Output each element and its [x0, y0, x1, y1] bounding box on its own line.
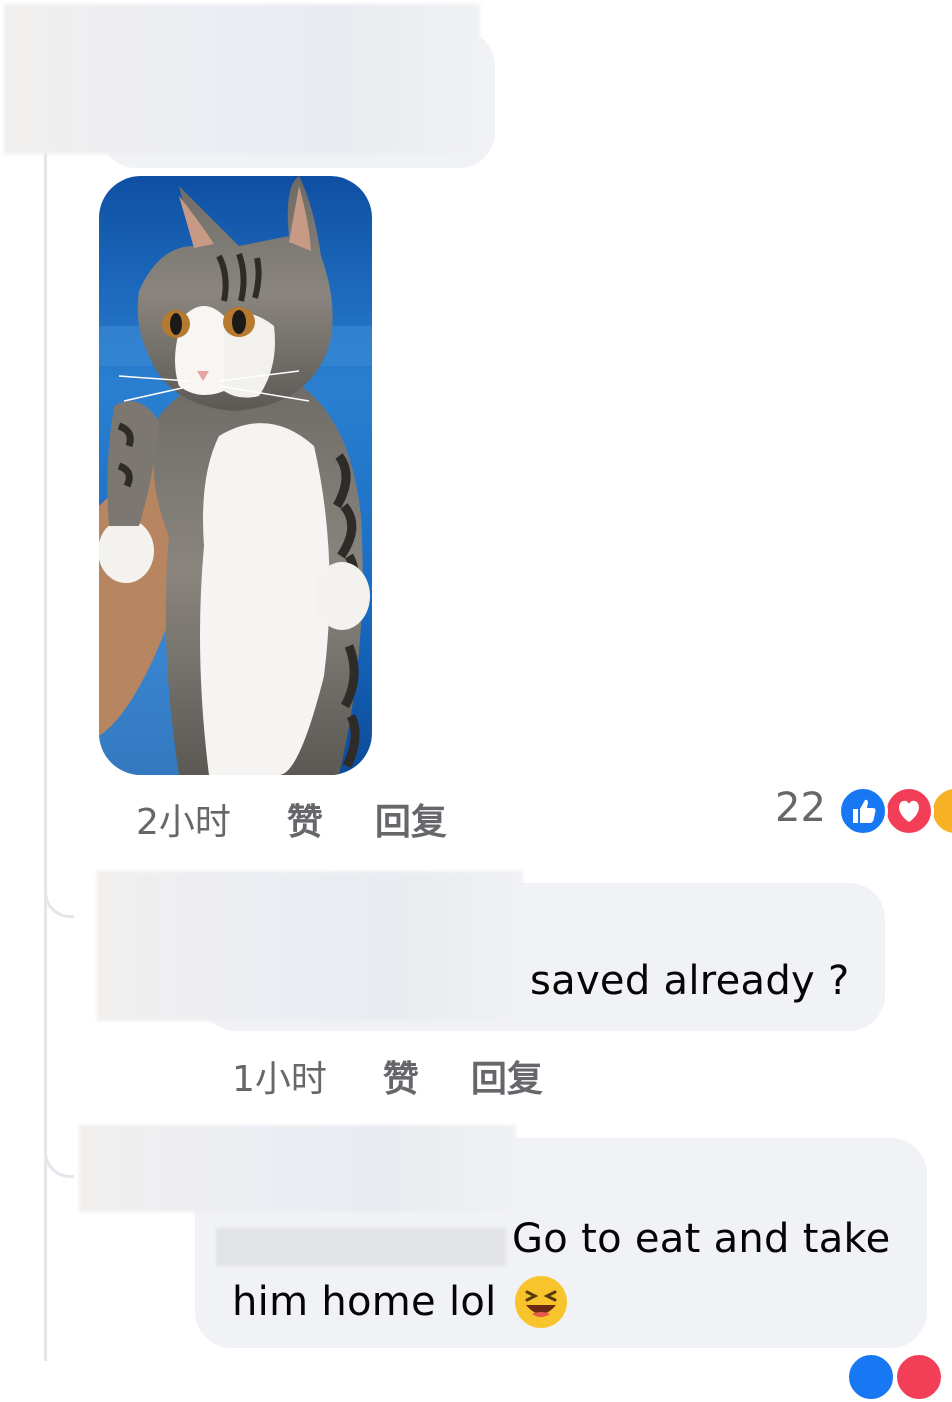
- reply-button[interactable]: 回复: [471, 1050, 543, 1102]
- comment-actions-2: 1小时 赞 回复: [232, 1050, 543, 1102]
- redacted-mention: [216, 1228, 506, 1266]
- love-icon[interactable]: [884, 786, 934, 836]
- love-icon[interactable]: [894, 1352, 944, 1402]
- redacted-author-3: [79, 1125, 516, 1212]
- comment-actions-1: 2小时 赞 回复: [136, 793, 447, 845]
- thread-line: [44, 150, 47, 1361]
- comment-text-3-line1: Go to eat and take: [512, 1216, 891, 1262]
- reaction-count[interactable]: 22: [775, 785, 826, 831]
- redacted-author-2: [97, 871, 523, 1021]
- like-button[interactable]: 赞: [287, 793, 323, 845]
- reply-button[interactable]: 回复: [375, 793, 447, 845]
- comment-time[interactable]: 1小时: [232, 1050, 327, 1102]
- laughing-emoji-icon: [514, 1276, 567, 1328]
- redacted-author-1: [4, 4, 480, 154]
- like-button[interactable]: 赞: [383, 1050, 419, 1102]
- kitten-image: [99, 176, 372, 775]
- comment-text-3-line2: him home lol: [232, 1276, 567, 1328]
- comment-time[interactable]: 2小时: [136, 793, 231, 845]
- comment-text-2: saved already ?: [530, 958, 850, 1004]
- kitten-photo[interactable]: [99, 176, 372, 775]
- like-icon[interactable]: [838, 786, 888, 836]
- thread-connector: [44, 858, 74, 918]
- thread-connector: [44, 1118, 74, 1178]
- comment-text-3-words: him home lol: [232, 1279, 497, 1325]
- like-icon[interactable]: [846, 1352, 896, 1402]
